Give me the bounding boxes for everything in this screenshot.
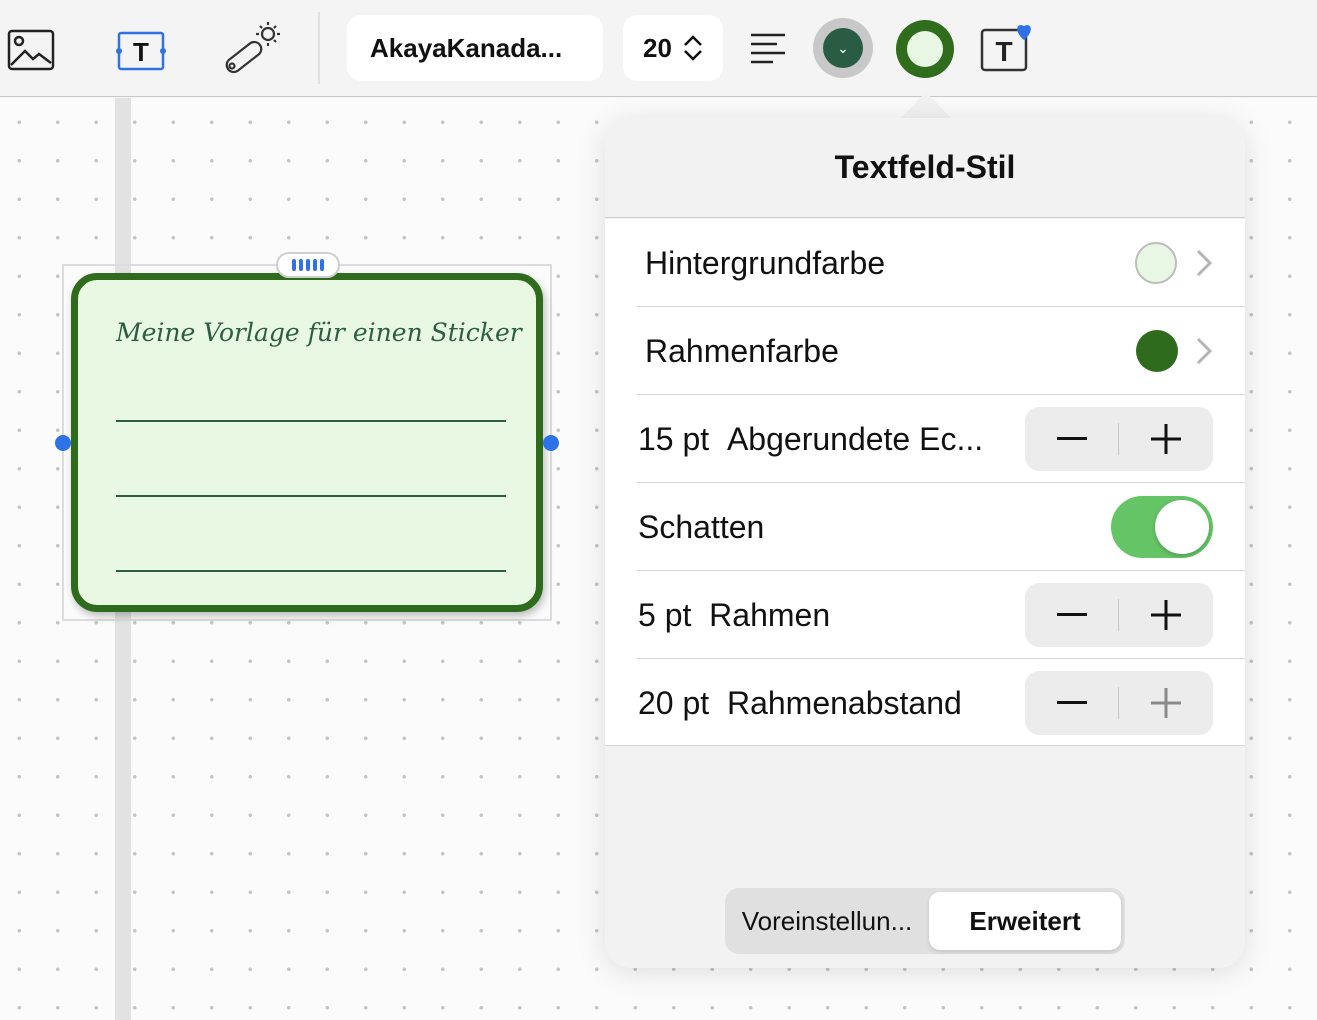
textbox-fill-swatch bbox=[907, 31, 943, 67]
row-label: Rahmenabstand bbox=[726, 684, 962, 721]
text-color-button[interactable]: ⌄ bbox=[813, 18, 873, 78]
heart-icon bbox=[1017, 25, 1031, 40]
shadow-toggle[interactable] bbox=[1111, 496, 1213, 558]
segment-advanced[interactable]: Erweitert bbox=[929, 892, 1121, 950]
svg-text:T: T bbox=[133, 37, 149, 67]
mode-segmented-control: Voreinstellun... Erweitert bbox=[725, 888, 1125, 954]
chevron-down-icon: ⌄ bbox=[823, 28, 863, 68]
textbox-style-button[interactable] bbox=[896, 20, 954, 78]
move-handle[interactable] bbox=[276, 252, 340, 278]
sticker-line bbox=[116, 420, 506, 422]
row-value: 5 pt bbox=[638, 596, 692, 633]
chevron-right-icon bbox=[1196, 337, 1213, 365]
increment-button[interactable] bbox=[1119, 583, 1213, 647]
chevron-up-down-icon bbox=[684, 35, 702, 61]
popover-title: Textfeld-Stil bbox=[605, 118, 1245, 218]
resize-handle-right[interactable] bbox=[543, 435, 559, 451]
laser-pointer-icon[interactable] bbox=[220, 20, 284, 80]
background-color-swatch bbox=[1135, 242, 1177, 284]
text-style-icon[interactable]: T bbox=[978, 18, 1040, 74]
sticker-line bbox=[116, 570, 506, 572]
sticker-textbox[interactable]: Meine Vorlage für einen Sticker bbox=[71, 273, 543, 612]
font-size-button[interactable]: 20 bbox=[623, 15, 723, 81]
resize-handle-left[interactable] bbox=[55, 435, 71, 451]
border-padding-row: 20 pt Rahmenabstand bbox=[638, 659, 1018, 747]
increment-button[interactable] bbox=[1119, 671, 1213, 735]
increment-button[interactable] bbox=[1119, 407, 1213, 471]
chevron-right-icon bbox=[1196, 249, 1213, 277]
row-label: Rahmenfarbe bbox=[645, 332, 839, 369]
border-padding-stepper bbox=[1025, 671, 1213, 735]
sticker-line bbox=[116, 495, 506, 497]
font-selector-button[interactable]: AkayaKanada... bbox=[347, 15, 603, 81]
segment-presets[interactable]: Voreinstellun... bbox=[729, 892, 925, 950]
font-name: AkayaKanada... bbox=[370, 32, 563, 63]
row-label: Hintergrundfarbe bbox=[645, 244, 886, 281]
image-icon[interactable] bbox=[6, 28, 56, 72]
sticker-title: Meine Vorlage für einen Sticker bbox=[116, 318, 522, 347]
border-color-swatch bbox=[1136, 330, 1178, 372]
corner-radius-row: 15 pt Abgerundete Ec... bbox=[638, 395, 1018, 483]
text-box-icon[interactable]: T bbox=[114, 30, 168, 72]
shadow-row: Schatten bbox=[638, 483, 1038, 571]
row-label: Schatten bbox=[638, 508, 765, 545]
font-size-value: 20 bbox=[643, 32, 672, 63]
align-left-icon[interactable] bbox=[748, 28, 788, 68]
border-width-stepper bbox=[1025, 583, 1213, 647]
border-width-row: 5 pt Rahmen bbox=[638, 571, 1018, 659]
row-value: 20 pt bbox=[638, 684, 710, 721]
decrement-button[interactable] bbox=[1025, 671, 1119, 735]
style-options-list: Hintergrundfarbe Rahmenfarbe 15 pt Abger… bbox=[605, 219, 1245, 746]
svg-text:T: T bbox=[995, 36, 1012, 67]
toolbar: T AkayaKanada... 20 ⌄ T bbox=[0, 0, 1317, 97]
decrement-button[interactable] bbox=[1025, 407, 1119, 471]
row-label: Abgerundete Ec... bbox=[726, 420, 984, 457]
row-label: Rahmen bbox=[709, 596, 831, 633]
row-value: 15 pt bbox=[638, 420, 710, 457]
toolbar-divider bbox=[318, 12, 320, 84]
textbox-style-popover: Textfeld-Stil Hintergrundfarbe Rahmenfar… bbox=[605, 118, 1245, 968]
toggle-knob bbox=[1155, 500, 1209, 554]
decrement-button[interactable] bbox=[1025, 583, 1119, 647]
popover-arrow bbox=[899, 92, 953, 120]
corner-radius-stepper bbox=[1025, 407, 1213, 471]
